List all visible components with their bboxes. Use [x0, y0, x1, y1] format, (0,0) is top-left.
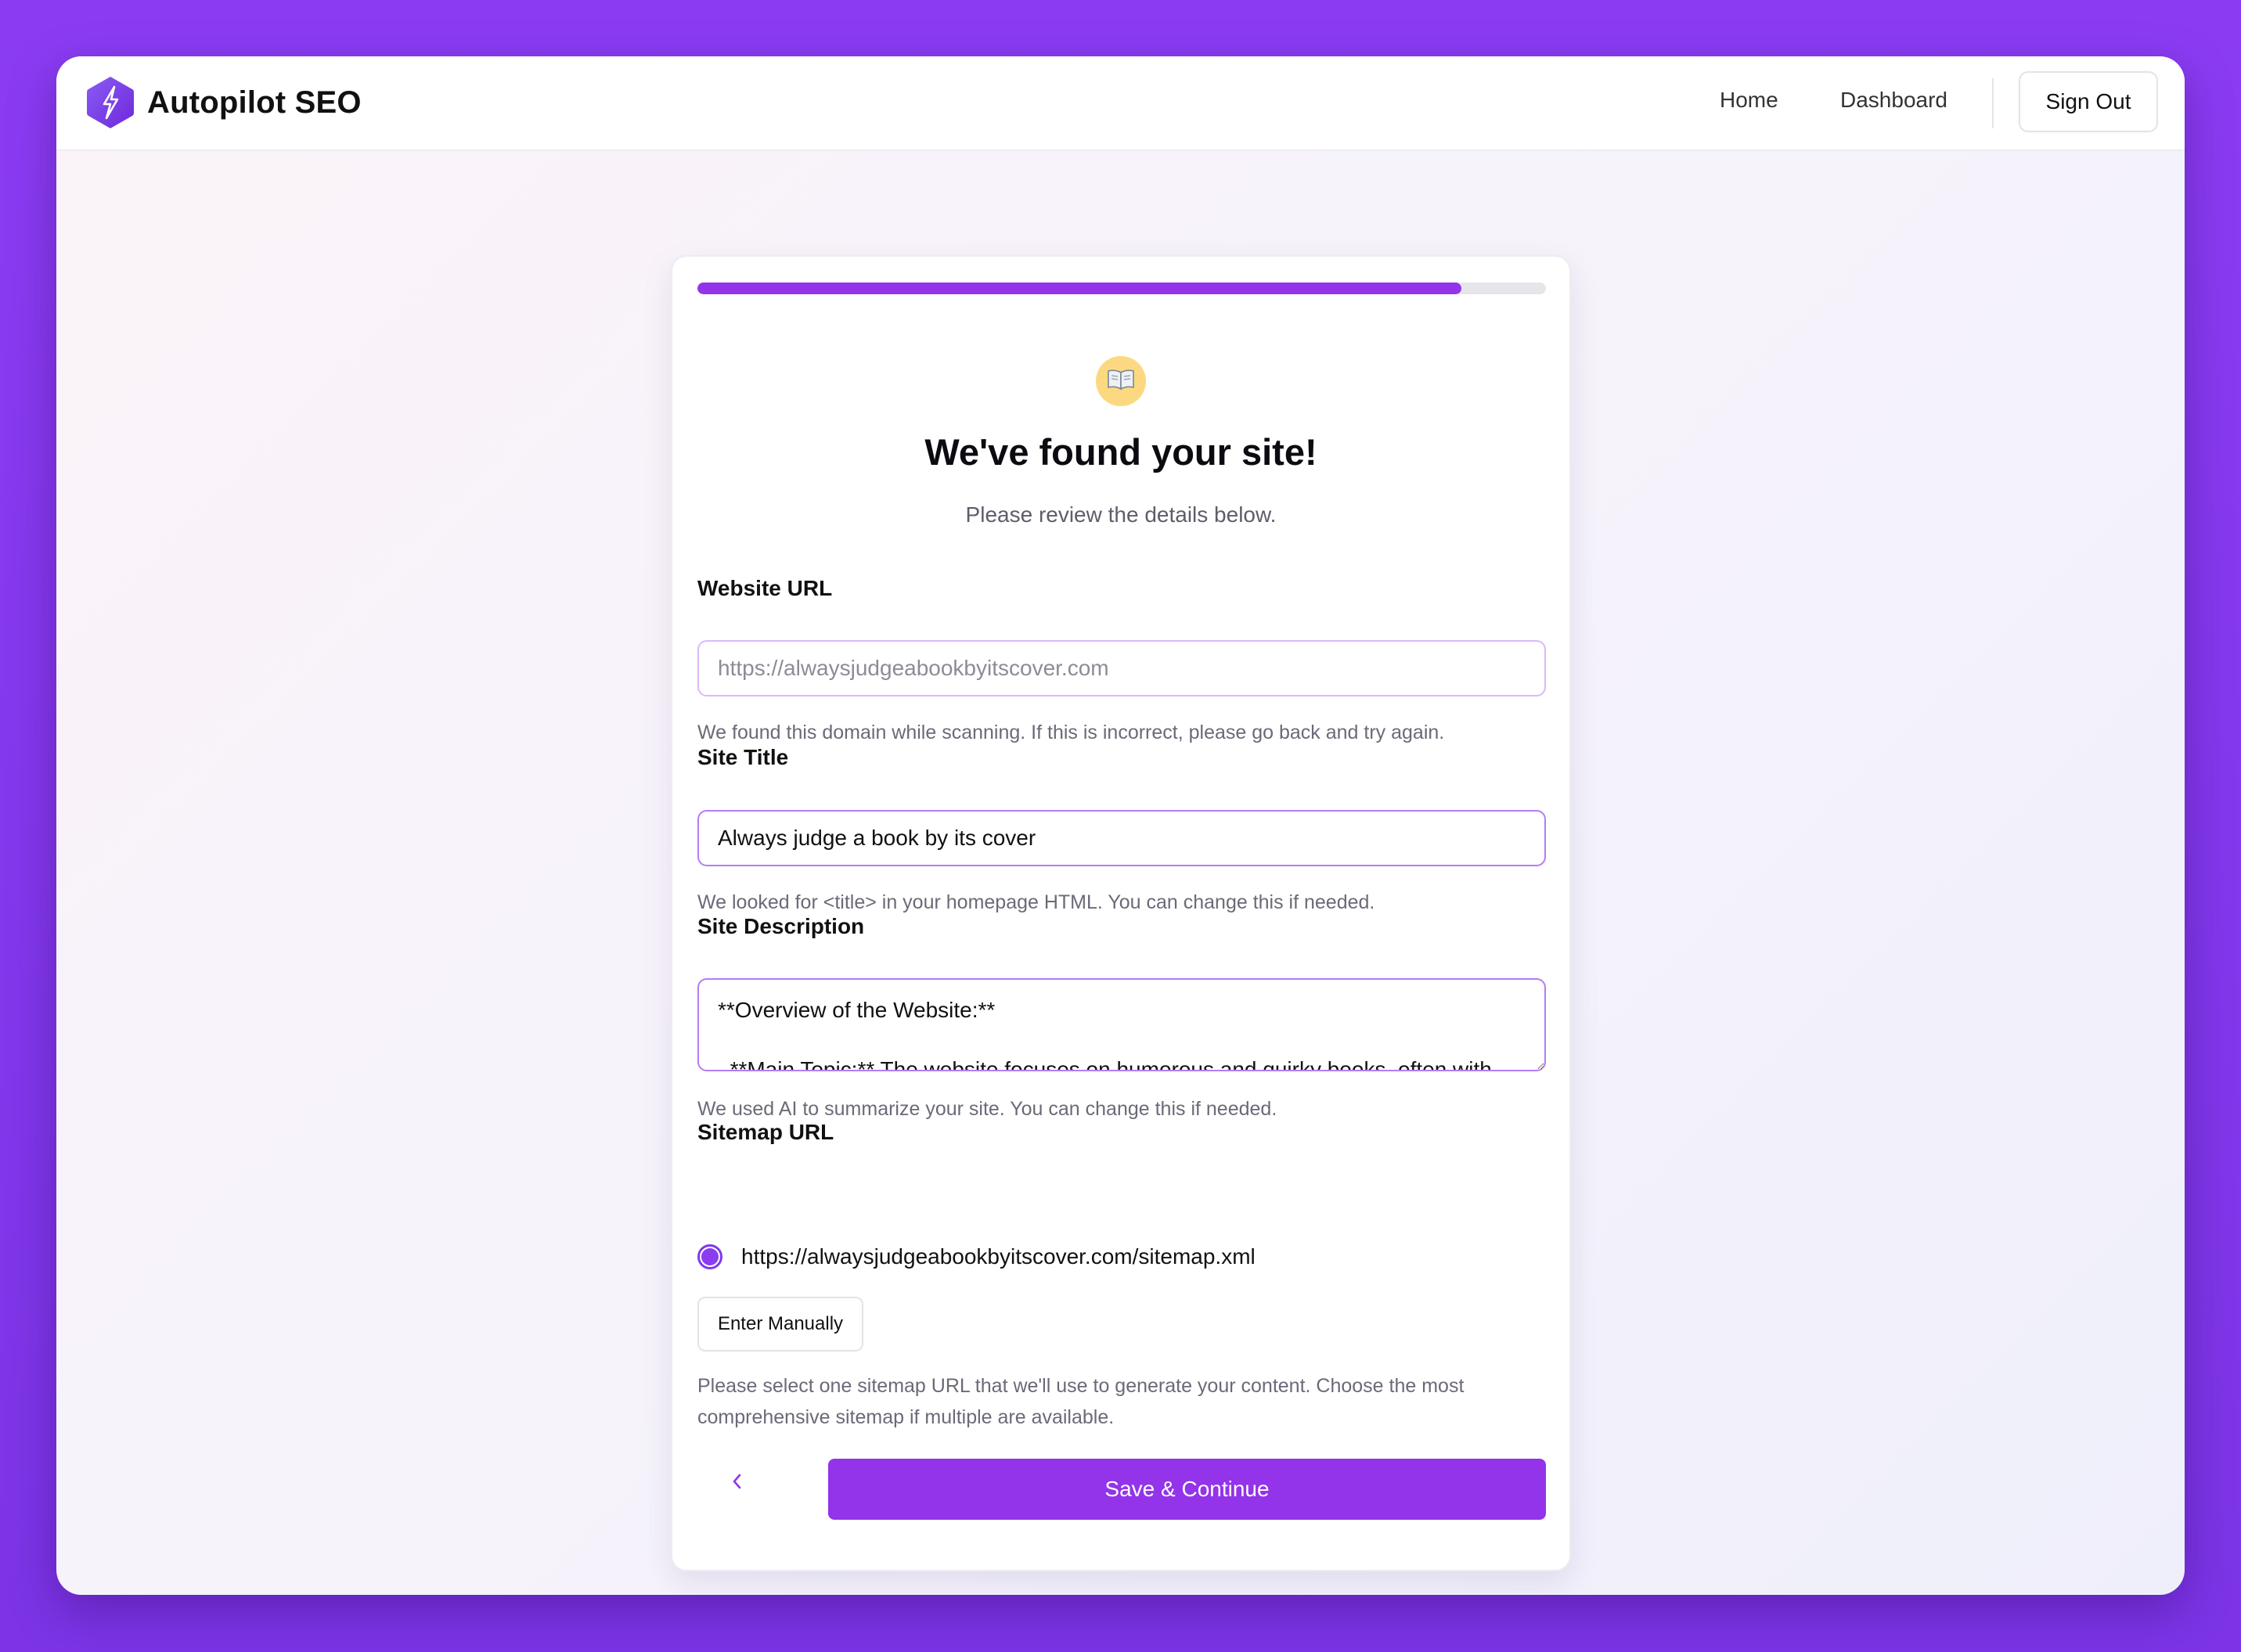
- app-window: Autopilot SEO Home Dashboard Sign Out We: [56, 56, 2185, 1595]
- website-url-label: Website URL: [697, 576, 833, 600]
- website-url-help: We found this domain while scanning. If …: [697, 722, 1445, 743]
- sign-out-button[interactable]: Sign Out: [2019, 71, 2158, 132]
- lightning-hexagon-icon: [85, 74, 136, 131]
- nav-divider: [1992, 78, 1994, 128]
- save-continue-button[interactable]: Save & Continue: [828, 1459, 1546, 1520]
- sitemap-option-label: https://alwaysjudgeabookbyitscover.com/s…: [741, 1244, 1256, 1269]
- sitemap-help: Please select one sitemap URL that we'll…: [697, 1375, 1465, 1428]
- page-title: We've found your site!: [924, 431, 1317, 473]
- app-name: Autopilot SEO: [147, 85, 362, 120]
- emoji-badge: [1096, 356, 1146, 406]
- sitemap-radio-selected-dot: [701, 1248, 719, 1265]
- back-button[interactable]: [713, 1459, 760, 1506]
- chevron-left-icon: [731, 1470, 742, 1495]
- site-title-label: Site Title: [697, 745, 789, 769]
- page-subtitle: Please review the details below.: [965, 502, 1277, 527]
- nav-dashboard-link[interactable]: Dashboard: [1840, 88, 1947, 113]
- website-url-input[interactable]: [697, 640, 1546, 696]
- site-description-label: Site Description: [697, 914, 865, 938]
- sitemap-radio[interactable]: [697, 1244, 722, 1269]
- progress-bar-fill: [697, 283, 1461, 294]
- onboarding-card: We've found your site! Please review the…: [671, 255, 1571, 1571]
- nav-home-link[interactable]: Home: [1720, 88, 1778, 113]
- progress-bar: [697, 283, 1546, 294]
- enter-manually-button[interactable]: Enter Manually: [697, 1297, 863, 1351]
- site-title-input[interactable]: [697, 810, 1546, 866]
- top-navbar: Autopilot SEO Home Dashboard Sign Out: [56, 56, 2185, 151]
- site-description-textarea[interactable]: **Overview of the Website:** **Main Topi…: [697, 978, 1546, 1071]
- open-book-icon: [1107, 369, 1135, 394]
- brand[interactable]: Autopilot SEO: [85, 74, 362, 131]
- sitemap-url-label: Sitemap URL: [697, 1120, 834, 1144]
- site-title-help: We looked for <title> in your homepage H…: [697, 891, 1375, 913]
- sitemap-option[interactable]: https://alwaysjudgeabookbyitscover.com/s…: [697, 1244, 1256, 1269]
